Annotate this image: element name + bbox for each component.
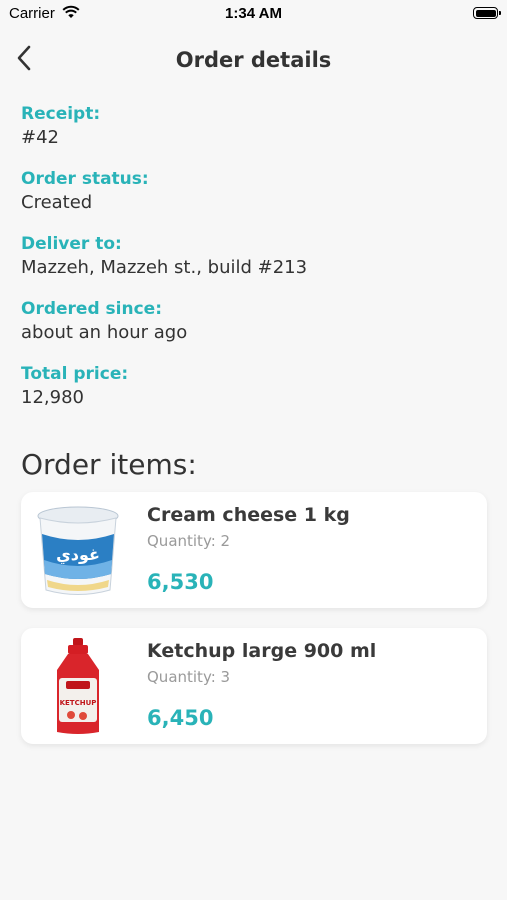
total-price-value: 12,980 (21, 387, 84, 408)
ordered-since-label: Ordered since: (21, 299, 162, 319)
item-price: 6,450 (147, 706, 214, 730)
receipt-row: Receipt: #42 (21, 103, 487, 168)
status-bar: Carrier 1:34 AM (0, 0, 507, 28)
deliver-to-row: Deliver to: Mazzeh, Mazzeh st., build #2… (21, 233, 487, 298)
order-items-heading: Order items: (21, 448, 197, 481)
item-quantity: Quantity: 3 (147, 668, 231, 686)
item-name: Cream cheese 1 kg (147, 504, 350, 526)
item-name: Ketchup large 900 ml (147, 640, 377, 662)
battery-icon (473, 7, 501, 19)
page-title: Order details (175, 48, 332, 72)
svg-text:غودي: غودي (56, 545, 100, 565)
order-details: Receipt: #42 Order status: Created Deliv… (21, 103, 487, 428)
order-item-card[interactable]: KETCHUP Ketchup large 900 ml Quantity: 3… (21, 628, 487, 744)
receipt-value: #42 (21, 127, 59, 148)
navigation-bar: Order details (0, 36, 507, 84)
order-status-label: Order status: (21, 169, 149, 189)
svg-text:KETCHUP: KETCHUP (60, 699, 97, 707)
order-status-value: Created (21, 192, 93, 213)
status-time: 1:34 AM (225, 5, 282, 22)
item-price: 6,530 (147, 570, 214, 594)
ordered-since-row: Ordered since: about an hour ago (21, 298, 487, 363)
ketchup-bottle-image: KETCHUP (35, 636, 121, 736)
item-quantity: Quantity: 2 (147, 532, 231, 550)
receipt-label: Receipt: (21, 104, 101, 124)
order-status-row: Order status: Created (21, 168, 487, 233)
cream-cheese-tub-image: غودي (35, 500, 121, 600)
total-price-label: Total price: (21, 364, 129, 384)
deliver-to-label: Deliver to: (21, 234, 122, 254)
total-price-row: Total price: 12,980 (21, 363, 487, 428)
order-item-card[interactable]: غودي Cream cheese 1 kg Quantity: 2 6,530 (21, 492, 487, 608)
deliver-to-value: Mazzeh, Mazzeh st., build #213 (21, 257, 308, 278)
ordered-since-value: about an hour ago (21, 322, 188, 343)
